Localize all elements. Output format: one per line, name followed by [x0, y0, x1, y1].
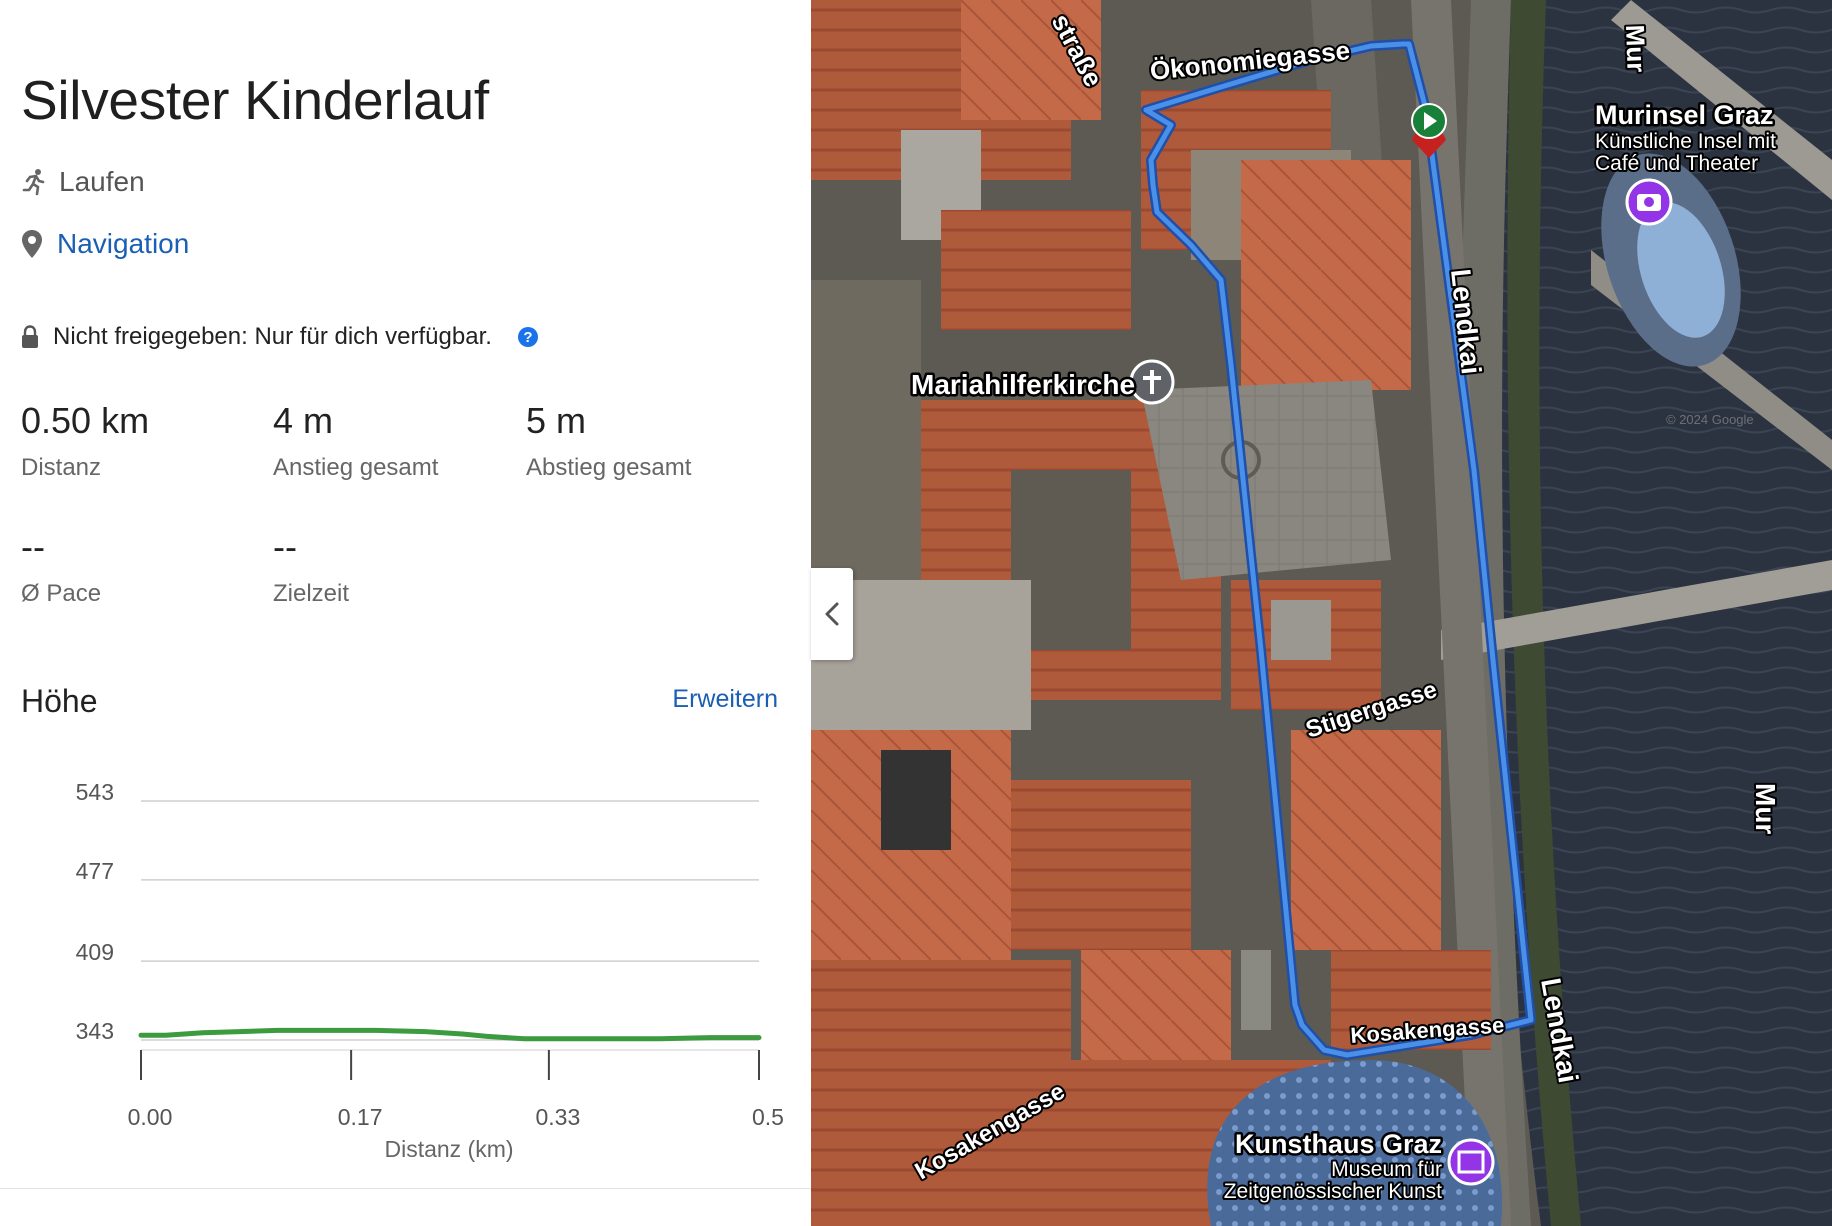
activity-type: Laufen — [21, 166, 145, 198]
elevation-series-line — [138, 1027, 762, 1042]
x-tick-label: 0.17 — [338, 1104, 383, 1130]
x-tick-label: 0.00 — [128, 1104, 173, 1130]
collapse-panel-button[interactable] — [811, 568, 853, 660]
running-person-icon — [22, 169, 45, 196]
x-tick-label: 0.5 — [752, 1104, 784, 1130]
stat-value: 4 m — [273, 400, 334, 441]
river-label-mur-top: Mur — [1620, 24, 1652, 73]
museum-icon[interactable] — [1447, 1138, 1495, 1186]
stat-ascent: 4 m Anstieg gesamt — [273, 400, 438, 482]
stat-label: Distanz — [21, 454, 102, 481]
chevron-left-icon — [825, 602, 839, 626]
stat-label: Ø Pace — [21, 580, 102, 607]
satellite-map[interactable]: Ökonomiegasse straße Stigergasse Kosaken… — [811, 0, 1832, 1226]
poi-label-murinsel[interactable]: Murinsel Graz — [1593, 98, 1777, 133]
y-tick-label: 409 — [76, 939, 114, 965]
stat-value: -- — [21, 526, 45, 567]
privacy-notice: Nicht freigegeben: Nur für dich verfügba… — [21, 323, 538, 351]
x-axis-label: Distanz (km) — [384, 1136, 513, 1162]
expand-button[interactable]: Erweitern — [672, 685, 778, 714]
privacy-text: Nicht freigegeben: Nur für dich verfügba… — [53, 323, 492, 350]
y-tick-label: 477 — [76, 858, 114, 884]
church-icon[interactable] — [1129, 359, 1175, 405]
help-icon[interactable]: ? — [517, 327, 538, 347]
y-tick-label: 543 — [76, 779, 114, 805]
stat-value: 5 m — [526, 400, 587, 441]
map-view[interactable]: Ökonomiegasse straße Stigergasse Kosaken… — [811, 0, 1832, 1226]
poi-sub-kunsthaus-2: Zeitgenössischer Kunst — [1224, 1180, 1442, 1203]
stat-label: Zielzeit — [273, 580, 350, 607]
camera-icon[interactable] — [1625, 178, 1673, 226]
navigation-label: Navigation — [57, 228, 190, 259]
activity-label: Laufen — [59, 166, 145, 197]
lock-icon — [22, 325, 38, 348]
river-label-mur-right: Mur — [1750, 783, 1781, 834]
poi-sub-kunsthaus-1: Museum für — [1331, 1158, 1442, 1181]
stat-label: Anstieg gesamt — [273, 454, 439, 481]
stat-descent: 5 m Abstieg gesamt — [526, 400, 691, 482]
stat-value: 0.50 km — [21, 400, 150, 441]
stat-pace: -- Ø Pace — [21, 526, 101, 608]
elevation-title: Höhe — [21, 683, 98, 719]
poi-label-kunsthaus[interactable]: Kunsthaus Graz — [1232, 1127, 1444, 1162]
panel-divider — [0, 1188, 811, 1189]
poi-sub-murinsel-2: Café und Theater — [1595, 152, 1758, 175]
x-tick-label: 0.33 — [535, 1104, 580, 1130]
poi-label-mariahilferkirche[interactable]: Mariahilferkirche — [909, 367, 1138, 403]
poi-sub-murinsel-1: Künstliche Insel mit — [1595, 130, 1776, 153]
y-tick-label: 343 — [76, 1018, 114, 1044]
stat-distance: 0.50 km Distanz — [21, 400, 149, 482]
route-details-panel: Silvester Kinderlauf Laufen Navigation N… — [0, 0, 811, 1226]
navigation-link[interactable]: Navigation — [21, 228, 189, 260]
stat-value: -- — [273, 526, 297, 567]
elevation-chart: 543 477 409 343 0.00 0.17 0.33 0.5 Distanz (km… — [76, 779, 784, 1162]
map-copyright: © 2024 Google — [1666, 412, 1754, 427]
route-title: Silvester Kinderlauf — [21, 69, 489, 131]
stat-label: Abstieg gesamt — [526, 454, 692, 481]
location-pin-icon — [22, 230, 42, 258]
stat-target-time: -- Zielzeit — [273, 526, 349, 608]
